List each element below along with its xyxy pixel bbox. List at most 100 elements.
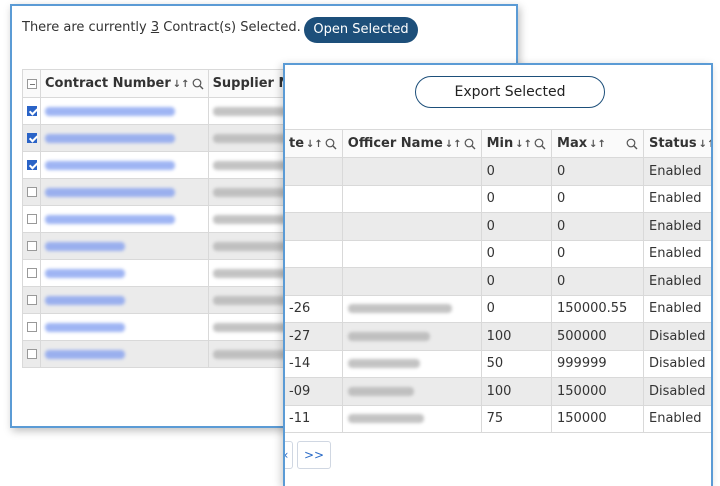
column-header-contract-number[interactable]: Contract Number ↓↑ bbox=[40, 69, 209, 98]
row-checkbox[interactable] bbox=[26, 133, 37, 143]
table-row[interactable] bbox=[22, 124, 313, 152]
row-checkbox[interactable] bbox=[26, 241, 37, 251]
status-suffix: Contract(s) Selected. bbox=[159, 20, 301, 35]
column-header-officer-name[interactable]: Officer Name ↓↑ bbox=[341, 129, 482, 158]
contract-details-table: te↓↑ Officer Name↓↑ Min↓↑ Max↓↑ Status↓↑ bbox=[285, 129, 711, 433]
date-cell bbox=[285, 239, 343, 268]
sort-icon[interactable]: ↓↑ bbox=[589, 139, 606, 150]
redacted-link[interactable] bbox=[45, 187, 175, 197]
previous-page-button[interactable]: ‹ bbox=[285, 441, 293, 469]
column-header-max[interactable]: Max ↓↑ bbox=[551, 129, 644, 158]
export-selected-button[interactable]: Export Selected bbox=[415, 76, 605, 108]
contract-number-cell[interactable] bbox=[40, 97, 209, 125]
redacted-link[interactable] bbox=[45, 295, 125, 305]
contract-number-cell[interactable] bbox=[40, 124, 209, 152]
pagination: ‹ >> bbox=[285, 441, 331, 469]
row-checkbox[interactable] bbox=[26, 160, 37, 170]
redacted-link[interactable] bbox=[45, 241, 125, 251]
redacted-text bbox=[212, 106, 289, 116]
max-cell: 0 bbox=[551, 239, 644, 268]
table-row[interactable] bbox=[22, 286, 313, 314]
table-row[interactable] bbox=[22, 97, 313, 125]
row-checkbox[interactable] bbox=[26, 322, 37, 332]
redacted-text bbox=[212, 187, 289, 197]
officer-cell bbox=[341, 322, 482, 351]
row-checkbox[interactable] bbox=[26, 268, 37, 278]
sort-icon[interactable]: ↓↑ bbox=[515, 139, 532, 150]
contract-number-cell[interactable] bbox=[40, 178, 209, 206]
table-row[interactable]: 0 0 Enabled bbox=[285, 157, 711, 186]
redacted-link[interactable] bbox=[45, 214, 175, 224]
table-row[interactable] bbox=[22, 232, 313, 260]
contract-number-cell[interactable] bbox=[40, 286, 209, 314]
max-cell: 999999 bbox=[551, 349, 644, 378]
table-row[interactable]: 0 0 Enabled bbox=[285, 267, 711, 296]
table-row[interactable]: -14 50 999999 Disabled bbox=[285, 349, 711, 378]
sort-icon[interactable]: ↓↑ bbox=[173, 79, 190, 90]
date-cell bbox=[285, 212, 343, 241]
status-cell: Enabled bbox=[642, 239, 711, 268]
contract-number-cell[interactable] bbox=[40, 259, 209, 287]
min-cell: 0 bbox=[480, 157, 553, 186]
officer-cell bbox=[341, 294, 482, 323]
sort-icon[interactable]: ↓↑ bbox=[699, 139, 711, 150]
redacted-text bbox=[347, 331, 430, 341]
search-icon[interactable] bbox=[534, 138, 546, 150]
table-row[interactable] bbox=[22, 313, 313, 341]
table-row[interactable] bbox=[22, 340, 313, 368]
status-cell: Disabled bbox=[642, 349, 711, 378]
redacted-link[interactable] bbox=[45, 268, 125, 278]
redacted-text bbox=[212, 214, 289, 224]
column-header-status[interactable]: Status↓↑ bbox=[642, 129, 711, 158]
table-row[interactable]: -09 100 150000 Disabled bbox=[285, 377, 711, 406]
redacted-text bbox=[347, 359, 420, 369]
row-checkbox[interactable] bbox=[26, 106, 37, 116]
last-page-button[interactable]: >> bbox=[297, 441, 331, 469]
search-icon[interactable] bbox=[464, 138, 476, 150]
redacted-link[interactable] bbox=[45, 160, 175, 170]
sort-icon[interactable]: ↓↑ bbox=[306, 139, 323, 150]
column-label: Supplier N bbox=[212, 76, 290, 91]
table-row[interactable]: -11 75 150000 Enabled bbox=[285, 404, 711, 433]
column-header-date[interactable]: te ↓↑ bbox=[285, 129, 343, 158]
redacted-link[interactable] bbox=[45, 349, 125, 359]
contract-number-cell[interactable] bbox=[40, 232, 209, 260]
open-selected-button[interactable]: Open Selected bbox=[304, 17, 418, 43]
table-row[interactable] bbox=[22, 205, 313, 233]
redacted-link[interactable] bbox=[45, 106, 175, 116]
date-cell bbox=[285, 267, 343, 296]
table-row[interactable]: 0 0 Enabled bbox=[285, 212, 711, 241]
search-icon[interactable] bbox=[626, 138, 638, 150]
row-checkbox[interactable] bbox=[26, 214, 37, 224]
row-checkbox[interactable] bbox=[26, 295, 37, 305]
select-all-cell[interactable] bbox=[22, 69, 41, 98]
date-cell: -27 bbox=[285, 322, 343, 351]
table-row[interactable] bbox=[22, 178, 313, 206]
redacted-link[interactable] bbox=[45, 133, 175, 143]
column-label: te bbox=[289, 136, 305, 151]
table-row[interactable]: -26 0 150000.55 Enabled bbox=[285, 294, 711, 323]
table-row[interactable]: 0 0 Enabled bbox=[285, 184, 711, 213]
row-checkbox[interactable] bbox=[26, 349, 37, 359]
table-row[interactable]: -27 100 500000 Disabled bbox=[285, 322, 711, 351]
sort-icon[interactable]: ↓↑ bbox=[445, 139, 462, 150]
contract-number-cell[interactable] bbox=[40, 313, 209, 341]
table-row[interactable] bbox=[22, 151, 313, 179]
export-panel: Export Selected te ↓↑ Officer Name ↓↑ Min ↓… bbox=[283, 63, 713, 486]
contract-number-cell[interactable] bbox=[40, 151, 209, 179]
redacted-text bbox=[212, 241, 289, 251]
table-row[interactable]: 0 0 Enabled bbox=[285, 239, 711, 268]
search-icon[interactable] bbox=[325, 138, 337, 150]
min-cell: 50 bbox=[480, 349, 553, 378]
column-header-min[interactable]: Min ↓↑ bbox=[480, 129, 553, 158]
contract-number-cell[interactable] bbox=[40, 340, 209, 368]
search-icon[interactable] bbox=[192, 78, 204, 90]
redacted-text bbox=[347, 304, 452, 314]
status-cell: Disabled bbox=[642, 377, 711, 406]
table-row[interactable] bbox=[22, 259, 313, 287]
row-checkbox[interactable] bbox=[26, 187, 37, 197]
redacted-link[interactable] bbox=[45, 322, 125, 332]
checkbox-icon[interactable] bbox=[26, 78, 37, 89]
date-cell: -26 bbox=[285, 294, 343, 323]
contract-number-cell[interactable] bbox=[40, 205, 209, 233]
